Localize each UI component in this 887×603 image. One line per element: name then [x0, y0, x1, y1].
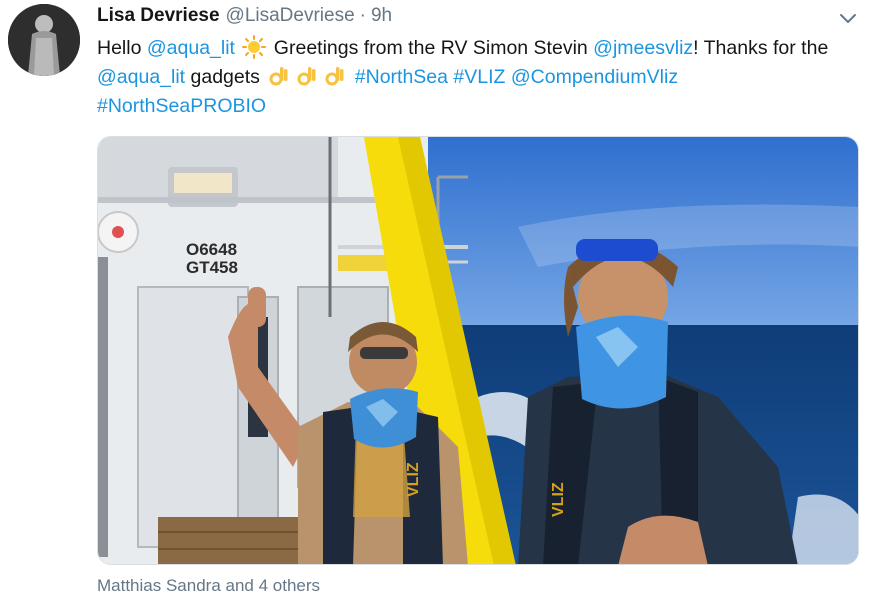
ok-hand-emoji-icon	[295, 64, 319, 88]
hull-marking-text: GT458	[186, 258, 238, 277]
tweet-text-segment: Hello	[97, 37, 147, 59]
tweet-card: Lisa Devriese @LisaDevriese · 9h Hello @…	[0, 0, 887, 603]
sun-emoji-icon	[242, 35, 267, 59]
tweet-timestamp[interactable]: 9h	[371, 5, 392, 27]
mention-link[interactable]: @jmeesvliz	[593, 37, 693, 59]
ok-hand-emoji-icon	[267, 64, 291, 88]
tweet-text: Hello @aqua_lit Greetings from the RV Si…	[97, 34, 867, 121]
author-handle[interactable]: @LisaDevriese	[226, 5, 355, 27]
mention-link[interactable]: @aqua_lit	[97, 66, 185, 88]
tweet-text-segment: Greetings from the RV Simon Stevin	[268, 37, 594, 59]
tweet-photo[interactable]: O6648 GT458 VLIZ VLIZ	[97, 136, 859, 565]
author-name[interactable]: Lisa Devriese	[97, 5, 220, 27]
hashtag-link[interactable]: #NorthSea	[355, 66, 448, 88]
tweet-text-segment: ! Thanks for the	[693, 37, 829, 59]
separator-dot: ·	[359, 5, 366, 26]
hashtag-link[interactable]: #NorthSeaPROBIO	[97, 95, 266, 117]
chevron-down-icon[interactable]	[836, 6, 860, 30]
ok-hand-emoji-icon	[323, 64, 347, 88]
tweet-text-segment: gadgets	[185, 66, 266, 88]
mention-link[interactable]: @aqua_lit	[147, 37, 235, 59]
hull-marking-text: O6648	[186, 240, 237, 259]
author-avatar[interactable]	[8, 4, 80, 76]
vest-text: VLIZ	[550, 482, 567, 517]
mention-link[interactable]: @CompendiumVliz	[511, 66, 678, 88]
tweet-header: Lisa Devriese @LisaDevriese · 9h	[97, 5, 392, 31]
likes-summary[interactable]: Matthias Sandra and 4 others	[97, 576, 320, 596]
vest-text: VLIZ	[405, 462, 422, 497]
hashtag-link[interactable]: #VLIZ	[453, 66, 505, 88]
